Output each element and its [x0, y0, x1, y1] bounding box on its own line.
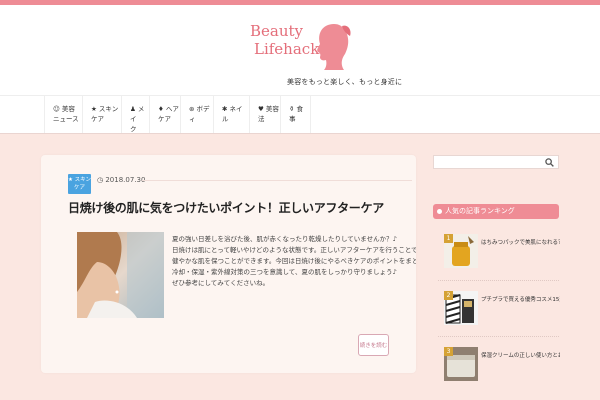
nav-label-line1: スキン — [98, 105, 119, 113]
nav-label-line2: ク — [130, 125, 137, 133]
person-icon: ♟ — [130, 105, 136, 113]
ranking-item-text: 保湿クリームの正しい使い方とおすすめ商品 — [481, 353, 560, 359]
read-more-button[interactable]: 続きを読む — [358, 334, 389, 356]
star-icon: ★ — [91, 105, 97, 113]
nav-label-line2: ィ — [189, 115, 196, 123]
rank-number: 1 — [444, 234, 453, 243]
smile-icon: ☺ — [53, 105, 60, 113]
nav-label-line2: 法 — [258, 115, 265, 123]
logo-text: Beauty Lifehack — [250, 22, 319, 58]
nav-item-food[interactable]: ⚱ 食 事 — [281, 96, 311, 133]
ranking-item[interactable]: 2 プチプラで買える優秀コスメ15選！おすすめ — [444, 291, 564, 331]
nav-label-line2: ル — [222, 115, 229, 123]
nav-label-line1: 美容 — [265, 105, 279, 113]
post-date: ◷ 2018.07.30 — [97, 176, 145, 184]
heart-icon: ♥ — [258, 105, 264, 113]
site-tagline: 美容をもっと楽しく、もっと身近に — [287, 78, 403, 86]
woman-silhouette-icon — [317, 24, 351, 70]
ranking-item[interactable]: 1 はちみつパックで美肌になれる？230の効果 — [444, 234, 564, 274]
post-date-text: 2018.07.30 — [105, 176, 146, 184]
nav-label-line1: ボデ — [196, 105, 210, 113]
flower-icon: ⊛ — [189, 105, 195, 113]
nav-label-line1: ネイ — [229, 105, 243, 113]
ranking-item[interactable]: 3 保湿クリームの正しい使い方とおすすめ商品 — [444, 347, 564, 387]
nav-label-line2: ニュース — [53, 115, 79, 123]
excerpt-line: 冷却・保湿・紫外線対策の三つを意識して、夏の肌をしっかり守りましょう♪ — [172, 268, 397, 276]
excerpt-line: 夏の強い日差しを浴びた後、肌が赤くなったり乾燥したりしていませんか？♪ — [172, 235, 397, 243]
nav-label-line2: ケア — [158, 115, 171, 123]
woman-photo-image — [77, 232, 164, 318]
ranking-widget-title: 人気の記事ランキング — [433, 204, 559, 219]
search-icon[interactable] — [545, 158, 554, 167]
nav-item-nail[interactable]: ✱ ネイ ル — [214, 96, 250, 133]
site-logo[interactable]: Beauty Lifehack — [250, 22, 370, 74]
clock-icon: ◷ — [97, 176, 104, 184]
logo-line1: Beauty — [250, 22, 304, 40]
nav-item-beauty-news[interactable]: ☺ 美容 ニュース — [44, 96, 83, 133]
ranking-item-text: プチプラで買える優秀コスメ15選！おすすめ — [481, 297, 560, 303]
nav-label-line1: ヘア — [165, 105, 179, 113]
excerpt-line: ぜひ参考にしてみてくださいね。 — [172, 279, 270, 287]
sparkle-icon: ✱ — [222, 105, 228, 113]
nav-item-makeup[interactable]: ♟ メイ ク — [122, 96, 150, 133]
bullet-icon — [437, 209, 442, 214]
excerpt-line: 健やかな肌を保つことができます。今回は日焼け後にやるべきケアのポイントをまとめま… — [172, 257, 416, 265]
ranking-item-text: はちみつパックで美肌になれる？230の効果 — [481, 240, 560, 246]
nav-item-haircare[interactable]: ♦ ヘア ケア — [150, 96, 181, 133]
post-title[interactable]: 日焼け後の肌に気をつけたいポイント！正しいアフターケア — [68, 199, 384, 216]
nav-label-line1: 食 — [296, 105, 304, 113]
nav-label-line1: 美容 — [61, 105, 75, 113]
excerpt-line: 日焼けは肌にとって軽いやけどのような状態です。正しいアフターケアを行うことで、シ… — [172, 246, 416, 254]
ranking-divider — [438, 280, 559, 281]
ranking-divider — [438, 336, 559, 337]
search-box[interactable] — [433, 155, 559, 169]
nav-label-line2: 事 — [289, 115, 296, 123]
main-nav: ☺ 美容 ニュース ★ スキン ケア ♟ メイ ク ♦ ヘア ケア ⊛ ボデ ィ… — [0, 95, 600, 134]
rank-number: 2 — [444, 291, 453, 300]
ranking-widget-title-text: 人気の記事ランキング — [445, 207, 515, 215]
nav-item-skincare[interactable]: ★ スキン ケア — [83, 96, 122, 133]
nav-label-line2: ケア — [91, 115, 104, 123]
drop-icon: ♦ — [158, 105, 164, 113]
post-excerpt: 夏の強い日差しを浴びた後、肌が赤くなったり乾燥したりしていませんか？♪ 日焼けは… — [172, 234, 416, 289]
post-thumbnail[interactable] — [77, 232, 164, 318]
rank-number: 3 — [444, 347, 453, 356]
nav-item-body[interactable]: ⊛ ボデ ィ — [181, 96, 214, 133]
site-header: Beauty Lifehack 美容をもっと楽しく、もっと身近に — [0, 5, 600, 95]
date-divider — [142, 180, 412, 181]
logo-line2: Lifehack — [254, 40, 320, 58]
cutlery-icon: ⚱ — [289, 105, 295, 113]
category-badge[interactable]: ★ スキン ケア — [68, 174, 91, 194]
nav-item-beauty-method[interactable]: ♥ 美容 法 — [250, 96, 281, 133]
